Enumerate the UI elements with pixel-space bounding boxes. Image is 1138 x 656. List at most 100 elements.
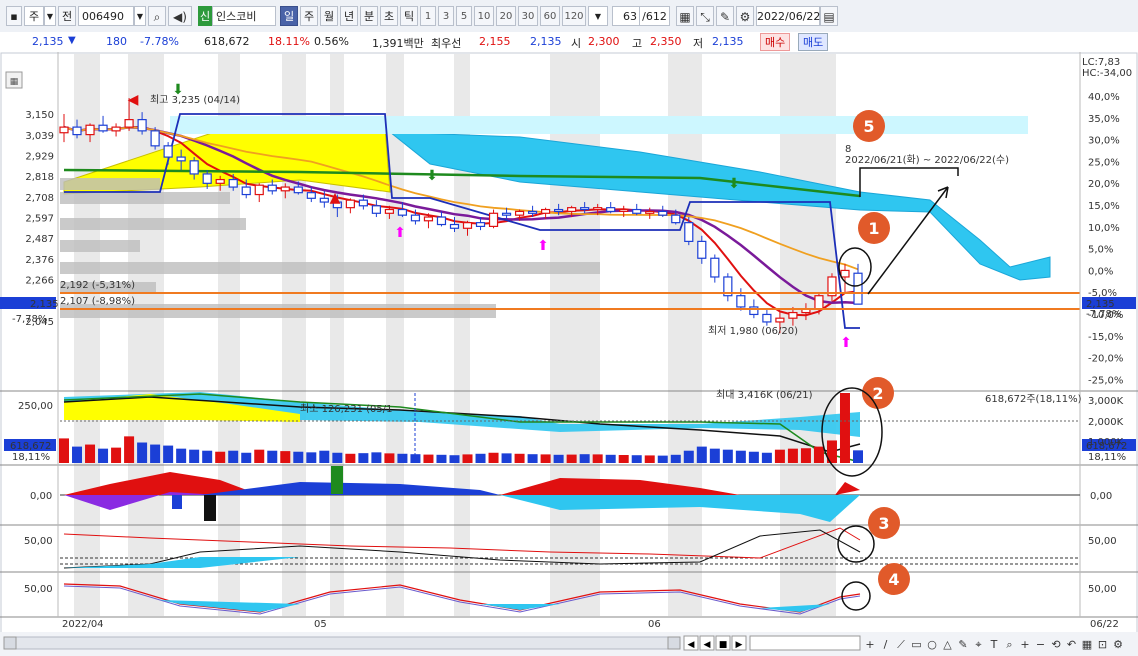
drawing-tool-icon[interactable]: ⌕ [1006, 638, 1012, 651]
candle-body [658, 210, 668, 216]
zoom-slider[interactable] [749, 635, 861, 651]
candle-body [514, 210, 525, 216]
period-second[interactable]: 초 [380, 6, 398, 26]
pct-tick: 25,0% [1088, 157, 1120, 168]
drawing-tool-icon[interactable]: ⟋ [897, 638, 905, 651]
drawing-tool-icon[interactable]: + [1020, 638, 1029, 651]
scroll-left-button[interactable] [3, 636, 17, 650]
drawing-icon[interactable]: ✎ [716, 6, 734, 26]
date-input[interactable]: 2022/06/22 [756, 6, 820, 26]
interval-20[interactable]: 20 [496, 6, 516, 26]
interval-1[interactable]: 1 [420, 6, 436, 26]
period-month[interactable]: 월 [320, 6, 338, 26]
volume-bar [853, 450, 863, 463]
interval-10[interactable]: 10 [474, 6, 494, 26]
candle-body [462, 222, 473, 229]
period-tick[interactable]: 틱 [400, 6, 418, 26]
candle-body [632, 208, 642, 214]
candle-body [710, 257, 720, 278]
price-chart[interactable]: ▦ 2,192 (-5,31%) 2,107 (-8,98%) 최고 3,235… [0, 52, 1138, 656]
candle-body [150, 130, 160, 147]
interval-3[interactable]: 3 [438, 6, 454, 26]
drawing-tool-icon[interactable]: ↶ [1067, 638, 1076, 651]
signal-arrow-icon: ⬆ [840, 335, 852, 351]
candle-body [215, 178, 225, 184]
interval-60[interactable]: 60 [540, 6, 560, 26]
candle-body [775, 317, 785, 323]
drawing-tool-icon[interactable]: ▭ [911, 638, 921, 651]
stock-name: 인스코비 [212, 6, 276, 26]
grid-icon[interactable]: ▦ [10, 77, 19, 87]
volume-bar [696, 446, 707, 463]
volume-bar [59, 438, 69, 463]
drawing-tool-icon[interactable]: T [990, 638, 998, 651]
quote-bar: 2,135 ▼ 180 -7.78% 618,672 18.11% 0.56% … [0, 32, 1138, 53]
volume-axis-2000k: 2,000K [1088, 417, 1124, 428]
x-label-end: 06/22 [1090, 619, 1119, 630]
chart-line-icon[interactable]: ⤡ [696, 6, 714, 26]
volume-bar [306, 452, 317, 463]
drawing-tool-icon[interactable]: ✎ [958, 638, 967, 651]
volume-bar [189, 449, 200, 463]
pct-tick: 0,0% [1088, 266, 1113, 277]
volume-bar [228, 450, 239, 463]
x-label-may: 05 [314, 619, 327, 630]
drawing-tool-icon[interactable]: ⚙ [1113, 638, 1123, 651]
grid-icon[interactable]: ▦ [676, 6, 694, 26]
candle-body [645, 210, 655, 214]
drawing-tool-icon[interactable]: ○ [927, 638, 937, 651]
drawing-tool-icon[interactable]: ⟲ [1051, 638, 1060, 651]
volume-bar [111, 447, 122, 463]
type-button[interactable]: 전 [58, 6, 76, 26]
signal-arrow-icon: ▲ [330, 190, 341, 206]
drawing-tool-icon[interactable]: ▦ [1082, 638, 1092, 651]
quote-best-bid: 2,135 [530, 35, 562, 48]
scroll-right-button[interactable] [667, 636, 681, 650]
candle-body [254, 184, 264, 196]
candle-body [840, 269, 850, 278]
line-b-label: 2,107 (-8,98%) [60, 296, 135, 307]
period-minute[interactable]: 분 [360, 6, 378, 26]
price-tick: 2,818 [25, 172, 54, 183]
drawing-tool-icon[interactable]: ⊡ [1098, 638, 1107, 651]
period-week[interactable]: 주 [300, 6, 318, 26]
current-pct-right: -7,78% [1086, 309, 1121, 320]
gear-icon[interactable]: ⚙ [736, 6, 754, 26]
volume-label: 618,672주(18,11%) [985, 394, 1082, 405]
period-year[interactable]: 년 [340, 6, 358, 26]
marker-number: 1 [868, 219, 879, 238]
volume-bar [488, 452, 499, 463]
chevron-down-icon[interactable]: ▼ [588, 6, 608, 26]
drawing-tool-icon[interactable]: ⌖ [975, 638, 981, 651]
search-icon[interactable]: ⌕ [148, 6, 166, 26]
chevron-down-icon[interactable]: ▼ [134, 6, 146, 26]
interval-120[interactable]: 120 [562, 6, 586, 26]
drawing-tool-icon[interactable]: + [865, 638, 874, 651]
market-select[interactable]: 주 [24, 6, 44, 26]
volume-bar [475, 453, 486, 463]
drawing-tool-icon[interactable]: △ [943, 638, 952, 651]
volume-bar [163, 445, 174, 463]
drawing-tool-icon[interactable]: − [1036, 638, 1045, 651]
volume-bar [150, 444, 161, 463]
calendar-icon[interactable]: ▤ [820, 6, 838, 26]
pct-tick: -20,0% [1088, 354, 1123, 365]
quote-change: 180 [106, 35, 127, 48]
app-menu-button[interactable]: ▪ [6, 6, 22, 26]
current-pct-left: -7,78% [12, 314, 47, 325]
sell-button[interactable]: 매도 [798, 33, 829, 51]
scrollbar-track[interactable] [5, 636, 681, 650]
interval-5[interactable]: 5 [456, 6, 472, 26]
buy-button[interactable]: 매수 [760, 33, 791, 51]
chevron-down-icon[interactable]: ▼ [44, 6, 56, 26]
interval-30[interactable]: 30 [518, 6, 538, 26]
speaker-icon[interactable]: ◀) [168, 6, 192, 26]
period-day[interactable]: 일 [280, 6, 298, 26]
volume-bar [514, 453, 525, 463]
code-input[interactable]: 006490 [78, 6, 134, 26]
candle-body [423, 216, 434, 222]
volume-bar [722, 449, 733, 463]
pct-tick: 30,0% [1088, 136, 1120, 147]
count-input[interactable]: 63 [612, 6, 640, 26]
drawing-tool-icon[interactable]: / [884, 638, 888, 651]
